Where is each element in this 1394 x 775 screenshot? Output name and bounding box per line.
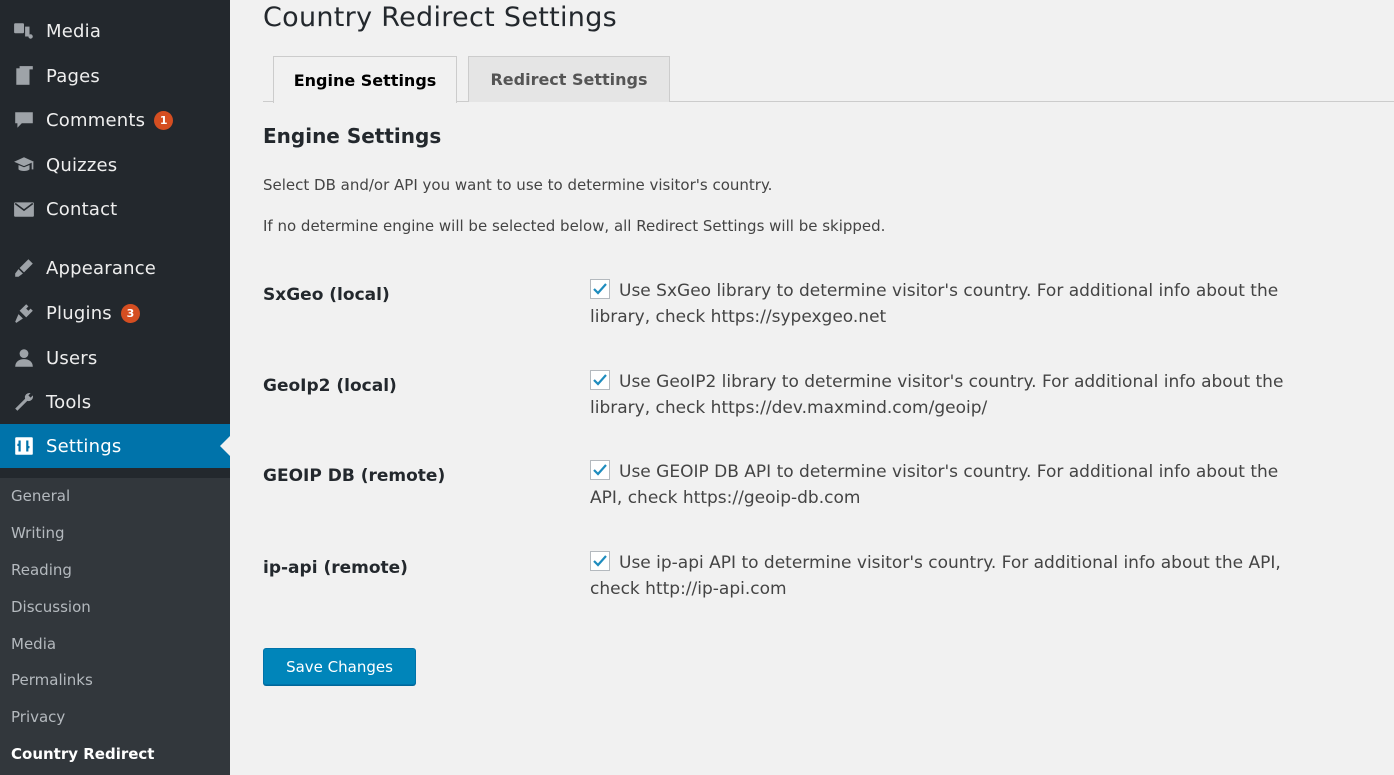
sidebar-item-pages[interactable]: Pages bbox=[0, 54, 230, 98]
geoipdb-option-text-cont: API, check https://geoip-db.com bbox=[590, 488, 861, 508]
sidebar-item-label: Media bbox=[46, 20, 102, 42]
sidebar-item-label: Settings bbox=[46, 435, 122, 457]
geoip2-checkbox[interactable] bbox=[590, 370, 610, 390]
submenu-item-writing[interactable]: Writing bbox=[11, 524, 65, 542]
sidebar-item-label: Users bbox=[46, 347, 98, 369]
comments-icon bbox=[0, 109, 46, 131]
checkmark-icon bbox=[593, 283, 607, 295]
sxgeo-option-text: Use SxGeo library to determine visitor's… bbox=[619, 281, 1279, 301]
section-title: Engine Settings bbox=[263, 124, 442, 148]
ipapi-option-text-cont: check http://ip-api.com bbox=[590, 579, 787, 599]
engine-option-geoipdb: Use GEOIP DB API to determine visitor's … bbox=[590, 459, 1380, 511]
engine-label-geoipdb: GEOIP DB (remote) bbox=[263, 466, 446, 486]
submenu-item-reading[interactable]: Reading bbox=[11, 561, 72, 579]
plugins-update-badge: 3 bbox=[120, 303, 140, 323]
page-title: Country Redirect Settings bbox=[263, 2, 618, 33]
submenu-item-general[interactable]: General bbox=[11, 487, 70, 505]
users-icon bbox=[0, 347, 46, 369]
checkmark-icon bbox=[593, 555, 607, 567]
tab-redirect-settings[interactable]: Redirect Settings bbox=[468, 56, 670, 102]
sidebar-item-label: Comments bbox=[46, 109, 146, 131]
admin-sidebar: Media Pages Comments 1 Quizzes Contact A… bbox=[0, 0, 230, 775]
save-changes-button[interactable]: Save Changes bbox=[263, 648, 416, 685]
submenu-item-privacy[interactable]: Privacy bbox=[11, 708, 65, 726]
sidebar-item-label: Plugins bbox=[46, 302, 112, 324]
submenu-item-country-redirect[interactable]: Country Redirect bbox=[11, 745, 154, 763]
ipapi-checkbox[interactable] bbox=[590, 551, 610, 571]
sidebar-item-quizzes[interactable]: Quizzes bbox=[0, 143, 230, 187]
sidebar-item-plugins[interactable]: Plugins 3 bbox=[0, 291, 230, 335]
engine-label-geoip2: GeoIp2 (local) bbox=[263, 376, 397, 396]
sidebar-item-comments[interactable]: Comments 1 bbox=[0, 98, 230, 142]
engine-option-sxgeo: Use SxGeo library to determine visitor's… bbox=[590, 278, 1380, 330]
checkmark-icon bbox=[593, 374, 607, 386]
tools-icon bbox=[0, 391, 46, 413]
section-description: Select DB and/or API you want to use to … bbox=[263, 176, 773, 194]
ipapi-option-text: Use ip-api API to determine visitor's co… bbox=[619, 553, 1281, 573]
checkmark-icon bbox=[593, 464, 607, 476]
sxgeo-checkbox[interactable] bbox=[590, 279, 610, 299]
engine-option-geoip2: Use GeoIP2 library to determine visitor'… bbox=[590, 369, 1380, 421]
appearance-icon bbox=[0, 257, 46, 279]
engine-label-ipapi: ip-api (remote) bbox=[263, 558, 408, 578]
settings-submenu: General Writing Reading Discussion Media… bbox=[0, 478, 230, 775]
sidebar-item-label: Pages bbox=[46, 65, 100, 87]
engine-label-sxgeo: SxGeo (local) bbox=[263, 285, 390, 305]
pages-icon bbox=[0, 65, 46, 87]
geoip2-option-text-cont: library, check https://dev.maxmind.com/g… bbox=[590, 398, 988, 418]
sidebar-item-label: Quizzes bbox=[46, 154, 118, 176]
sidebar-item-contact[interactable]: Contact bbox=[0, 187, 230, 231]
sidebar-item-label: Appearance bbox=[46, 257, 157, 279]
engine-option-ipapi: Use ip-api API to determine visitor's co… bbox=[590, 550, 1380, 602]
geoipdb-option-text: Use GEOIP DB API to determine visitor's … bbox=[619, 462, 1279, 482]
submenu-item-media[interactable]: Media bbox=[11, 635, 56, 653]
geoipdb-checkbox[interactable] bbox=[590, 460, 610, 480]
settings-icon bbox=[0, 435, 46, 457]
quizzes-icon bbox=[0, 154, 46, 176]
sidebar-item-tools[interactable]: Tools bbox=[0, 380, 230, 424]
submenu-item-discussion[interactable]: Discussion bbox=[11, 598, 91, 616]
sidebar-item-label: Tools bbox=[46, 391, 92, 413]
section-note: If no determine engine will be selected … bbox=[263, 217, 886, 235]
main-content: Country Redirect Settings Engine Setting… bbox=[263, 0, 1394, 775]
submenu-item-permalinks[interactable]: Permalinks bbox=[11, 671, 93, 689]
contact-icon bbox=[0, 198, 46, 220]
comments-count-badge: 1 bbox=[154, 110, 174, 130]
active-menu-arrow bbox=[220, 436, 230, 456]
plugins-icon bbox=[0, 302, 46, 324]
sidebar-item-label: Contact bbox=[46, 198, 118, 220]
sxgeo-option-text-cont: library, check https://sypexgeo.net bbox=[590, 307, 887, 327]
sidebar-item-appearance[interactable]: Appearance bbox=[0, 246, 230, 290]
sidebar-item-media[interactable]: Media bbox=[0, 9, 230, 53]
sidebar-item-users[interactable]: Users bbox=[0, 336, 230, 380]
media-icon bbox=[0, 20, 46, 42]
sidebar-item-settings[interactable]: Settings bbox=[0, 424, 230, 468]
geoip2-option-text: Use GeoIP2 library to determine visitor'… bbox=[619, 372, 1284, 392]
tab-engine-settings[interactable]: Engine Settings bbox=[273, 56, 457, 103]
